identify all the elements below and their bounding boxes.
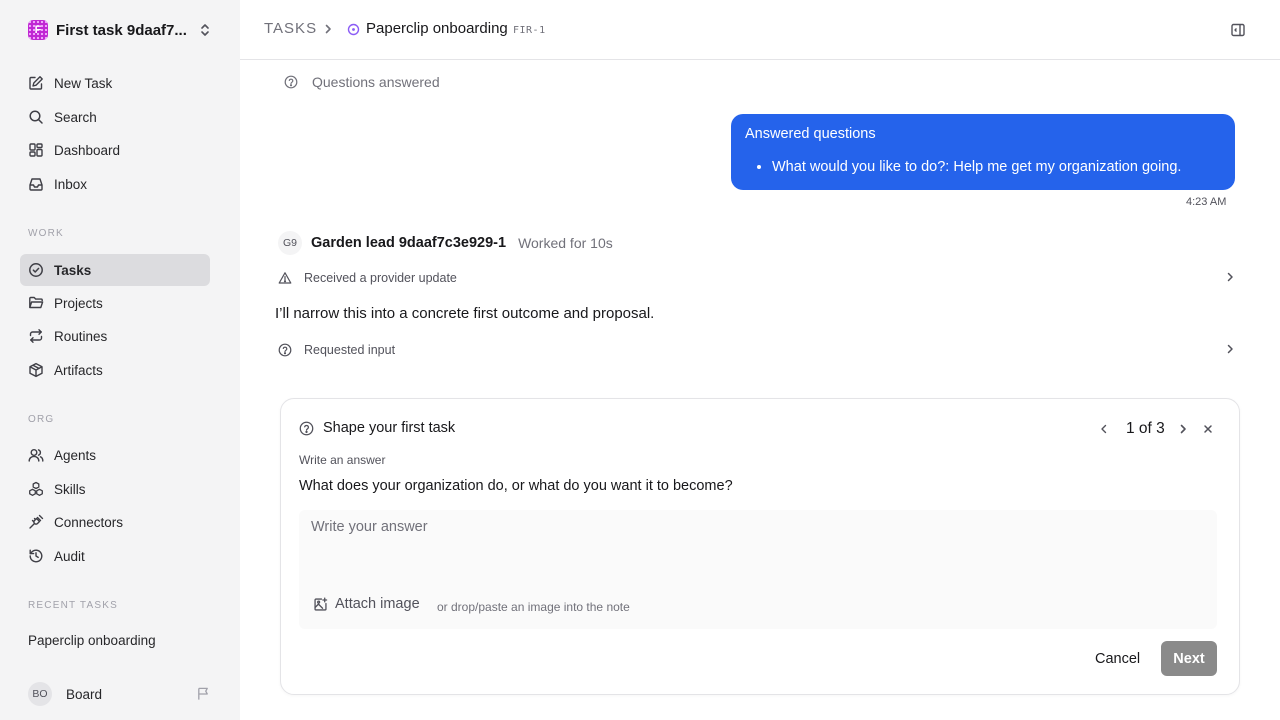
- provider-update-label: Received a provider update: [304, 271, 457, 285]
- chevron-right-icon: [322, 23, 334, 35]
- chevron-right-icon[interactable]: [1177, 423, 1189, 435]
- chevron-right-icon: [1227, 344, 1233, 354]
- sidebar-item-label: Agents: [54, 447, 97, 463]
- chevron-up-down-icon: [198, 22, 212, 38]
- message-timestamp: 4:23 AM: [1186, 196, 1227, 208]
- sidebar-item-label: Tasks: [54, 262, 92, 278]
- help-circle-icon: [299, 421, 314, 435]
- questions-answered-label: Questions answered: [312, 74, 440, 90]
- workspace-name: First task 9daaf7...: [56, 21, 187, 39]
- boxes-icon: [29, 481, 43, 496]
- agent-worked-duration: Worked for 10s: [518, 235, 613, 251]
- chevron-right-icon: [1227, 272, 1233, 282]
- answer-hint: Write an answer: [299, 453, 386, 467]
- sidebar-item-agents[interactable]: Agents: [20, 439, 210, 471]
- new-task-button[interactable]: New Task: [20, 67, 210, 99]
- attach-image-label: Attach image: [335, 596, 420, 612]
- sidebar-item-projects[interactable]: Projects: [20, 287, 210, 319]
- sidebar-item-label: Skills: [54, 481, 86, 497]
- flag-icon[interactable]: [196, 686, 211, 701]
- answer-box: Attach image or drop/paste an image into…: [299, 510, 1217, 629]
- recent-task-item[interactable]: Paperclip onboarding: [28, 633, 156, 648]
- page-title: Paperclip onboarding: [366, 20, 508, 37]
- search-button[interactable]: Search: [20, 101, 210, 133]
- agent-header: G9 Garden lead 9daaf7c3e929-1 Worked for…: [278, 231, 613, 255]
- cancel-button[interactable]: Cancel: [1087, 641, 1148, 676]
- users-icon: [28, 449, 44, 462]
- agent-message: I’ll narrow this into a concrete first o…: [275, 305, 655, 322]
- panel-toggle-icon[interactable]: [1230, 22, 1246, 38]
- bubble-list: What would you like to do?: Help me get …: [745, 159, 1221, 175]
- pager-count: 1 of 3: [1126, 420, 1165, 437]
- sidebar-item-connectors[interactable]: Connectors: [20, 506, 210, 538]
- sidebar-item-label: Routines: [54, 328, 108, 344]
- close-icon[interactable]: [1202, 423, 1214, 435]
- sidebar-item-audit[interactable]: Audit: [20, 540, 210, 572]
- search-label: Search: [54, 109, 97, 125]
- warning-icon: [278, 272, 292, 284]
- answer-input[interactable]: [299, 510, 1217, 570]
- sidebar-item-label: Audit: [54, 548, 85, 564]
- attach-image-button[interactable]: Attach image: [313, 596, 420, 612]
- questions-answered-event: Questions answered: [284, 74, 440, 90]
- provider-update-event[interactable]: Received a provider update: [278, 266, 1236, 290]
- board-name: Board: [66, 686, 103, 702]
- new-task-icon: [29, 76, 43, 90]
- folder-icon: [29, 296, 44, 309]
- sidebar-item-dashboard[interactable]: Dashboard: [20, 134, 210, 166]
- list-item: What would you like to do?: Help me get …: [772, 159, 1221, 175]
- image-plus-icon: [314, 596, 328, 611]
- breadcrumb-tasks[interactable]: TASKS: [264, 20, 317, 37]
- sidebar-item-label: Artifacts: [54, 362, 103, 378]
- sidebar-item-tasks[interactable]: Tasks: [20, 254, 210, 286]
- agent-name[interactable]: Garden lead 9daaf7c3e929-1: [311, 235, 506, 251]
- board-user[interactable]: BO Board: [28, 682, 102, 706]
- card-header: Shape your first task: [299, 420, 455, 436]
- section-label-org: ORG: [28, 414, 55, 425]
- section-label-work: WORK: [28, 228, 64, 239]
- sidebar-item-label: Projects: [54, 295, 103, 311]
- repeat-icon: [29, 329, 43, 343]
- sidebar: F First task 9daaf7... New Task Search D…: [0, 0, 240, 720]
- plug-icon: [29, 514, 44, 529]
- requested-input-event[interactable]: Requested input: [278, 338, 1236, 362]
- dashboard-icon: [29, 143, 43, 157]
- search-icon: [29, 110, 43, 124]
- task-id: FIR-1: [513, 25, 546, 36]
- sidebar-item-artifacts[interactable]: Artifacts: [20, 354, 210, 386]
- bubble-title: Answered questions: [745, 126, 876, 142]
- next-button[interactable]: Next: [1161, 641, 1217, 676]
- sidebar-item-inbox[interactable]: Inbox: [20, 168, 210, 200]
- section-label-recent: RECENT TASKS: [28, 600, 118, 611]
- attach-hint: or drop/paste an image into the note: [437, 600, 630, 614]
- sidebar-item-skills[interactable]: Skills: [20, 473, 210, 505]
- sidebar-item-routines[interactable]: Routines: [20, 320, 210, 352]
- requested-input-label: Requested input: [304, 343, 396, 357]
- workspace-switcher[interactable]: F First task 9daaf7...: [20, 14, 220, 46]
- task-thread: Questions answered Answered questions Wh…: [240, 60, 1280, 720]
- check-circle-icon: [29, 263, 43, 277]
- history-icon: [29, 549, 43, 563]
- answered-questions-bubble: Answered questions What would you like t…: [731, 114, 1235, 190]
- avatar: G9: [278, 231, 302, 255]
- workspace-logo: F: [28, 20, 48, 40]
- card-title: Shape your first task: [323, 420, 456, 436]
- help-circle-icon: [278, 343, 292, 357]
- status-circle-icon[interactable]: [347, 23, 360, 36]
- chevron-left-icon[interactable]: [1098, 423, 1110, 435]
- package-icon: [29, 362, 43, 378]
- page-header: TASKS Paperclip onboarding FIR-1: [240, 0, 1280, 60]
- avatar: BO: [28, 682, 52, 706]
- question-card: Shape your first task 1 of 3 Write an an…: [280, 398, 1240, 695]
- inbox-icon: [29, 178, 43, 191]
- dashboard-label: Dashboard: [54, 142, 121, 158]
- question-pager: 1 of 3: [1098, 420, 1189, 438]
- sidebar-item-label: Connectors: [54, 514, 124, 530]
- inbox-label: Inbox: [54, 176, 88, 192]
- new-task-label: New Task: [54, 75, 113, 91]
- question-text: What does your organization do, or what …: [299, 478, 733, 494]
- help-circle-icon: [284, 75, 298, 89]
